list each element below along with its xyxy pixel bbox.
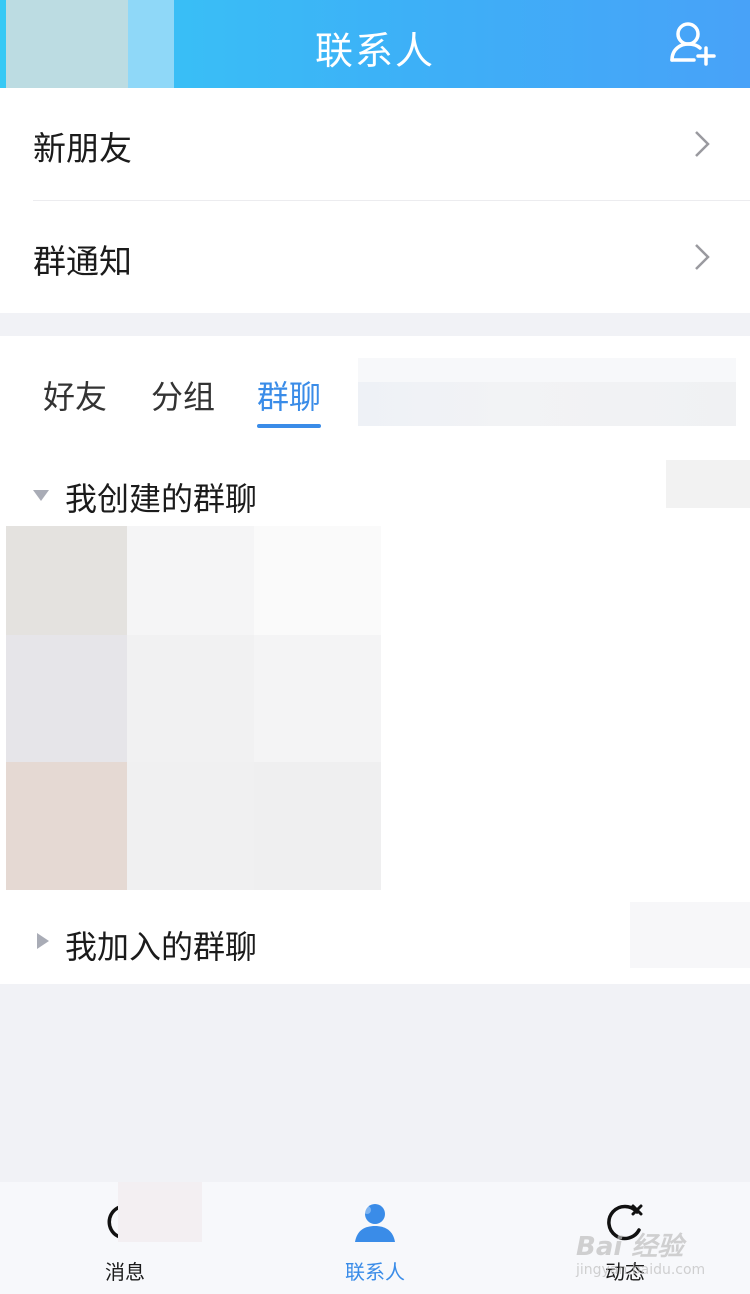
blur-cell: [6, 526, 127, 635]
blur-cell: [254, 635, 381, 762]
nav-label: 消息: [105, 1260, 145, 1284]
blur-cell: [127, 762, 254, 890]
active-tab-indicator: [257, 424, 321, 428]
group-header-joined[interactable]: 我加入的群聊: [0, 912, 750, 972]
blur-cell: [254, 762, 381, 890]
menu-item-label: 群通知: [33, 242, 132, 281]
avatar-blur-right: [128, 0, 174, 97]
tab-groups[interactable]: 分组: [151, 372, 215, 418]
nav-contacts[interactable]: 联系人: [300, 1182, 450, 1294]
blurred-region: [358, 358, 736, 382]
tab-friends[interactable]: 好友: [43, 372, 107, 418]
contacts-icon: [353, 1200, 397, 1244]
nav-label: 联系人: [345, 1260, 405, 1284]
triangle-right-icon: [34, 932, 52, 950]
group-header-label: 我创建的群聊: [65, 480, 258, 518]
contacts-menu: 新朋友 群通知: [0, 88, 750, 313]
blur-cell: [127, 635, 254, 762]
menu-item-label: 新朋友: [33, 129, 132, 168]
watermark-logo: Bai 经验: [576, 1232, 684, 1262]
user-avatar[interactable]: [6, 0, 174, 97]
add-user-icon[interactable]: [668, 20, 720, 68]
chevron-right-icon: [690, 128, 714, 160]
blurred-region: [118, 1182, 202, 1242]
group-header-created[interactable]: 我创建的群聊: [0, 464, 750, 524]
menu-item-new-friends[interactable]: 新朋友: [0, 88, 750, 201]
blurred-group-list: [6, 526, 381, 890]
blur-cell: [254, 526, 381, 635]
triangle-down-icon: [32, 486, 50, 504]
avatar-blur-left: [6, 0, 128, 97]
chevron-right-icon: [690, 241, 714, 273]
blur-cell: [6, 762, 127, 890]
contacts-panel: 好友 分组 群聊 我创建的群聊 我加入的群聊: [0, 336, 750, 984]
watermark: Bai 经验 jingyan.baidu.com: [576, 1226, 716, 1282]
tab-group-chats[interactable]: 群聊: [257, 372, 321, 418]
watermark-url: jingyan.baidu.com: [576, 1262, 706, 1278]
menu-item-group-notice[interactable]: 群通知: [0, 201, 750, 313]
group-header-label: 我加入的群聊: [65, 928, 258, 966]
blur-cell: [127, 526, 254, 635]
blur-cell: [6, 635, 127, 762]
